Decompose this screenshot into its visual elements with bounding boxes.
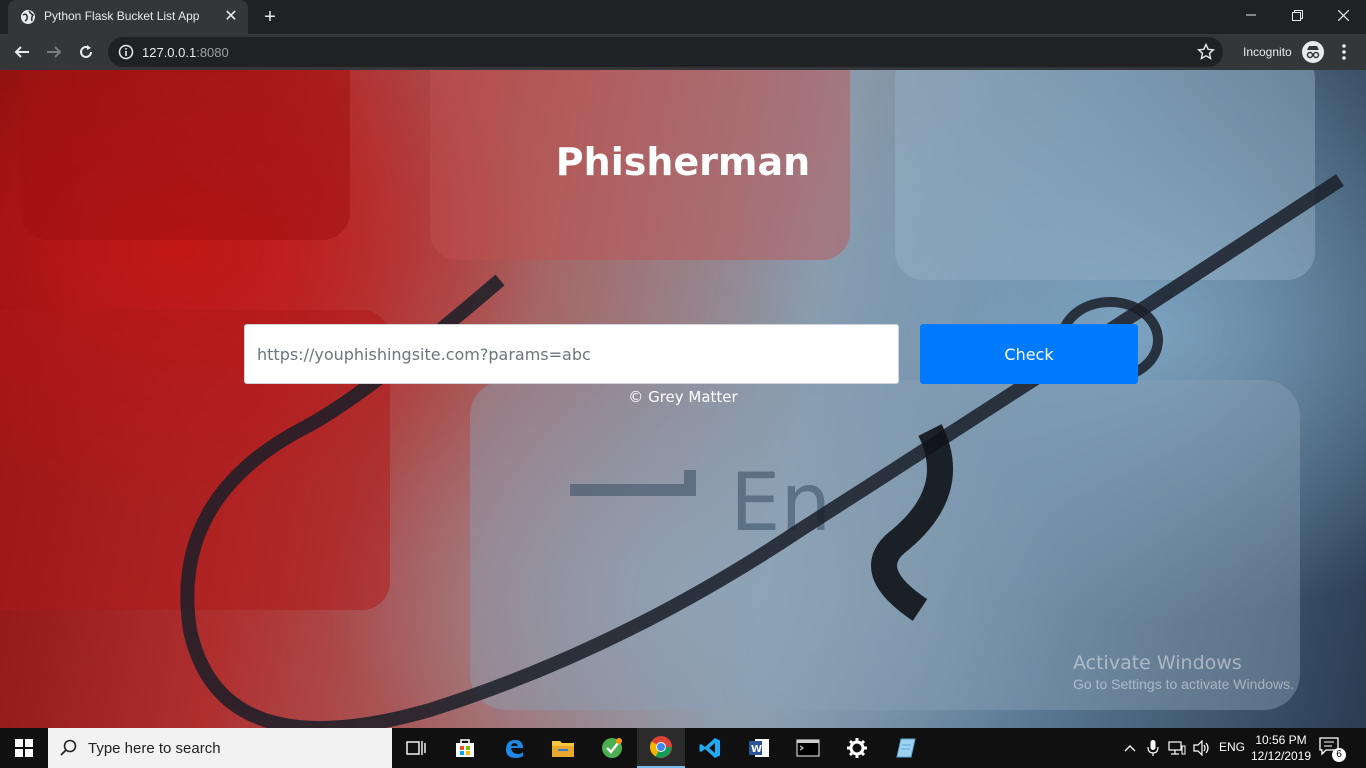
more-menu-icon[interactable] (1334, 42, 1354, 62)
close-tab-icon[interactable]: ✕ (222, 8, 240, 26)
page-content: En Phisherman Check © Grey Matter Activa… (0, 70, 1366, 728)
word-icon[interactable]: W (735, 728, 783, 768)
network-icon[interactable] (1167, 738, 1187, 758)
notification-count-badge: 6 (1332, 748, 1346, 762)
watermark-title: Activate Windows (1073, 652, 1242, 674)
check-button[interactable]: Check (920, 324, 1138, 384)
forward-arrow-icon[interactable] (40, 38, 68, 66)
system-clock[interactable]: 10:56 PM 12/12/2019 (1250, 732, 1312, 764)
back-arrow-icon[interactable] (8, 38, 36, 66)
incognito-icon[interactable] (1302, 41, 1324, 63)
tab-strip: Python Flask Bucket List App ✕ + (0, 0, 1366, 34)
incognito-label: Incognito (1243, 45, 1292, 59)
activate-windows-watermark: Activate Windows Go to Settings to activ… (1073, 652, 1294, 692)
minimize-icon[interactable] (1228, 0, 1274, 30)
volume-icon[interactable] (1192, 738, 1212, 758)
tab-title: Python Flask Bucket List App (44, 9, 200, 23)
svg-text:W: W (751, 744, 762, 755)
url-text: 127.0.0.1:8080 (142, 45, 229, 60)
browser-tab[interactable]: Python Flask Bucket List App ✕ (8, 0, 248, 34)
taskbar-search[interactable]: Type here to search (48, 728, 392, 768)
language-indicator[interactable]: ENG (1219, 740, 1245, 754)
chevron-up-icon[interactable] (1120, 738, 1140, 758)
browser-toolbar: 127.0.0.1:8080 Incognito (0, 34, 1366, 70)
chrome-icon[interactable] (637, 728, 685, 768)
vscode-icon[interactable] (686, 728, 734, 768)
notes-icon[interactable] (882, 728, 930, 768)
microphone-icon[interactable] (1143, 738, 1163, 758)
url-input[interactable] (244, 324, 899, 384)
edge-icon[interactable] (490, 728, 538, 768)
taskbar: Type here to search W ENG 10:56 PM 12/12… (0, 728, 1366, 768)
new-tab-icon[interactable]: + (258, 5, 282, 29)
clock-time: 10:56 PM (1255, 733, 1307, 747)
windows-start-icon[interactable] (0, 728, 48, 768)
address-bar[interactable]: 127.0.0.1:8080 (108, 37, 1223, 67)
reload-icon[interactable] (72, 38, 100, 66)
app-icon[interactable] (588, 728, 636, 768)
task-view-icon[interactable] (392, 728, 440, 768)
search-placeholder: Type here to search (88, 740, 221, 757)
close-window-icon[interactable] (1320, 0, 1366, 30)
store-icon[interactable] (441, 728, 489, 768)
terminal-icon[interactable] (784, 728, 832, 768)
clock-date: 12/12/2019 (1250, 749, 1312, 763)
search-icon (60, 739, 77, 756)
file-explorer-icon[interactable] (539, 728, 587, 768)
footer-credit: © Grey Matter (628, 388, 738, 406)
restore-icon[interactable] (1274, 0, 1320, 30)
settings-icon[interactable] (833, 728, 881, 768)
watermark-subtitle: Go to Settings to activate Windows. (1073, 676, 1294, 692)
globe-icon (21, 10, 35, 24)
page-title: Phisherman (555, 140, 811, 184)
info-icon[interactable] (118, 44, 134, 60)
action-center-icon[interactable]: 6 (1318, 736, 1346, 762)
bookmark-star-icon[interactable] (1197, 43, 1215, 61)
